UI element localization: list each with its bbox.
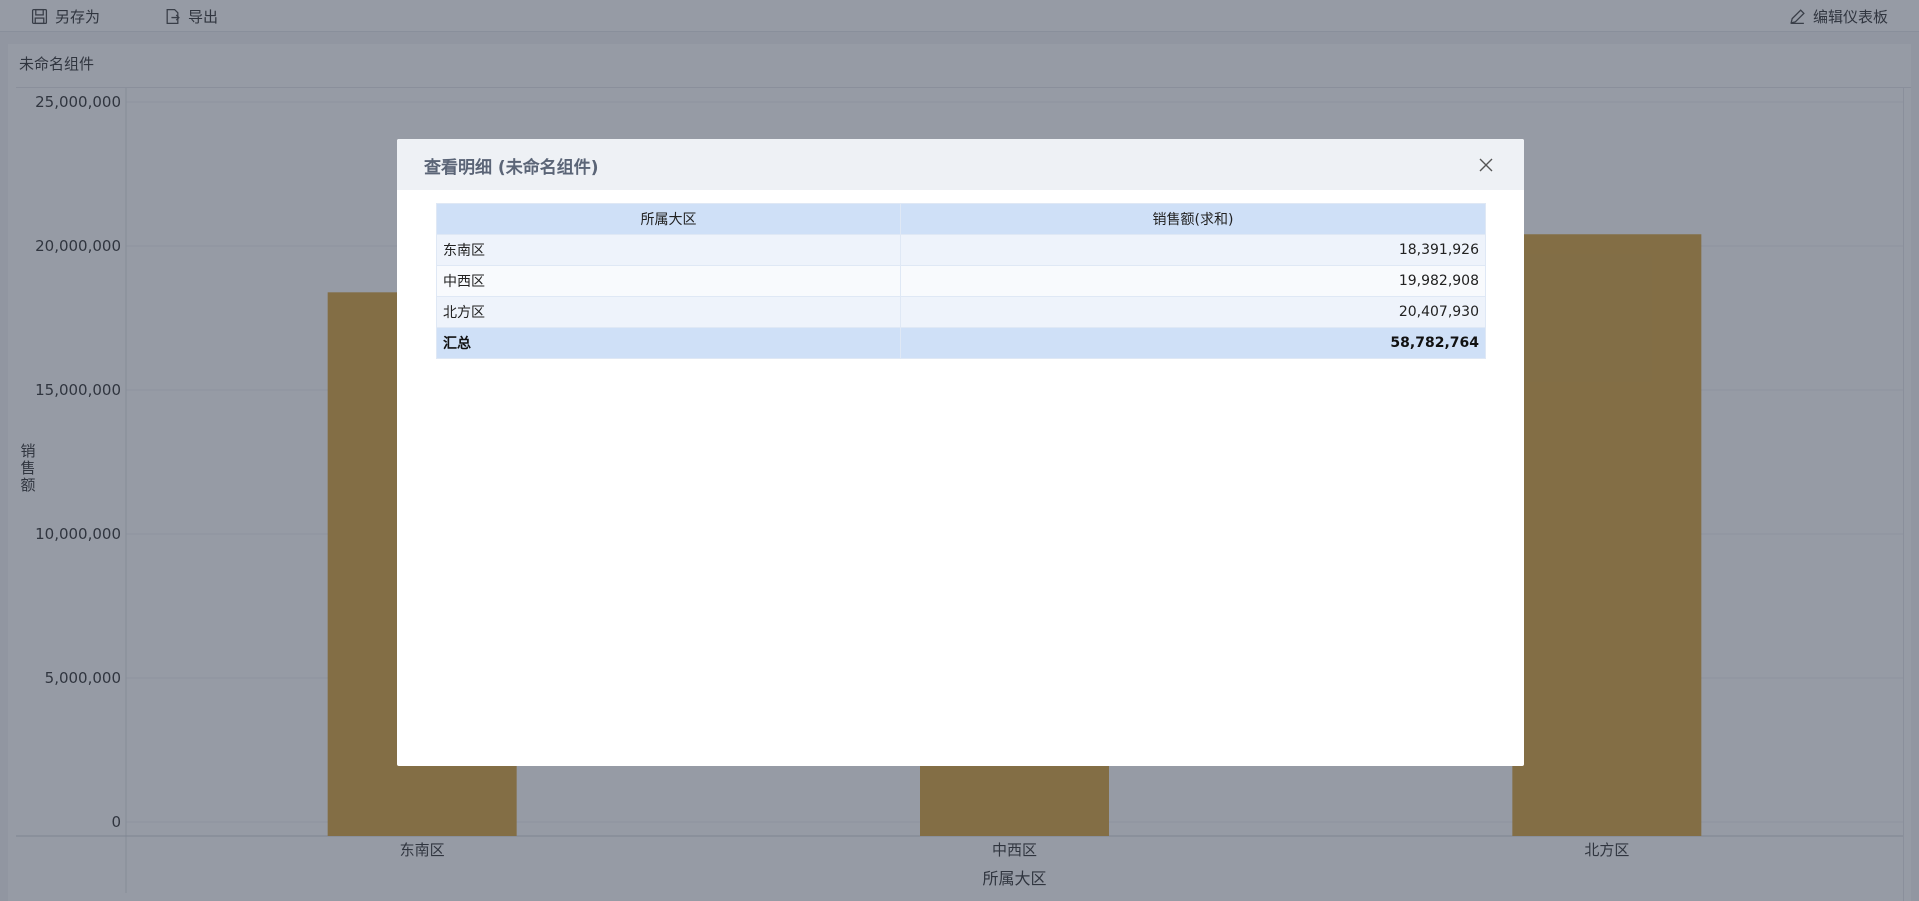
cell-sales: 19,982,908 — [900, 265, 1486, 297]
column-header-sales[interactable]: 销售额(求和) — [900, 203, 1486, 235]
cell-region: 中西区 — [436, 265, 901, 297]
modal-header: 查看明细 (未命名组件) — [397, 139, 1524, 190]
column-header-region[interactable]: 所属大区 — [436, 203, 901, 235]
cell-total-value: 58,782,764 — [900, 327, 1486, 359]
cell-region: 北方区 — [436, 296, 901, 328]
table-row: 北方区 20,407,930 — [436, 296, 1486, 328]
cell-sales: 20,407,930 — [900, 296, 1486, 328]
close-icon[interactable] — [1475, 154, 1497, 176]
table-total-row: 汇总 58,782,764 — [436, 327, 1486, 359]
table-header-row: 所属大区 销售额(求和) — [436, 203, 1486, 235]
table-row: 中西区 19,982,908 — [436, 265, 1486, 297]
modal-title: 查看明细 (未命名组件) — [424, 158, 599, 178]
cell-sales: 18,391,926 — [900, 234, 1486, 266]
table-row: 东南区 18,391,926 — [436, 234, 1486, 266]
cell-region: 东南区 — [436, 234, 901, 266]
detail-modal: 查看明细 (未命名组件) 所属大区 销售额(求和) 东南区 18,391,926… — [397, 139, 1524, 766]
cell-total-label: 汇总 — [436, 327, 901, 359]
detail-table: 所属大区 销售额(求和) 东南区 18,391,926 中西区 19,982,9… — [436, 203, 1486, 359]
